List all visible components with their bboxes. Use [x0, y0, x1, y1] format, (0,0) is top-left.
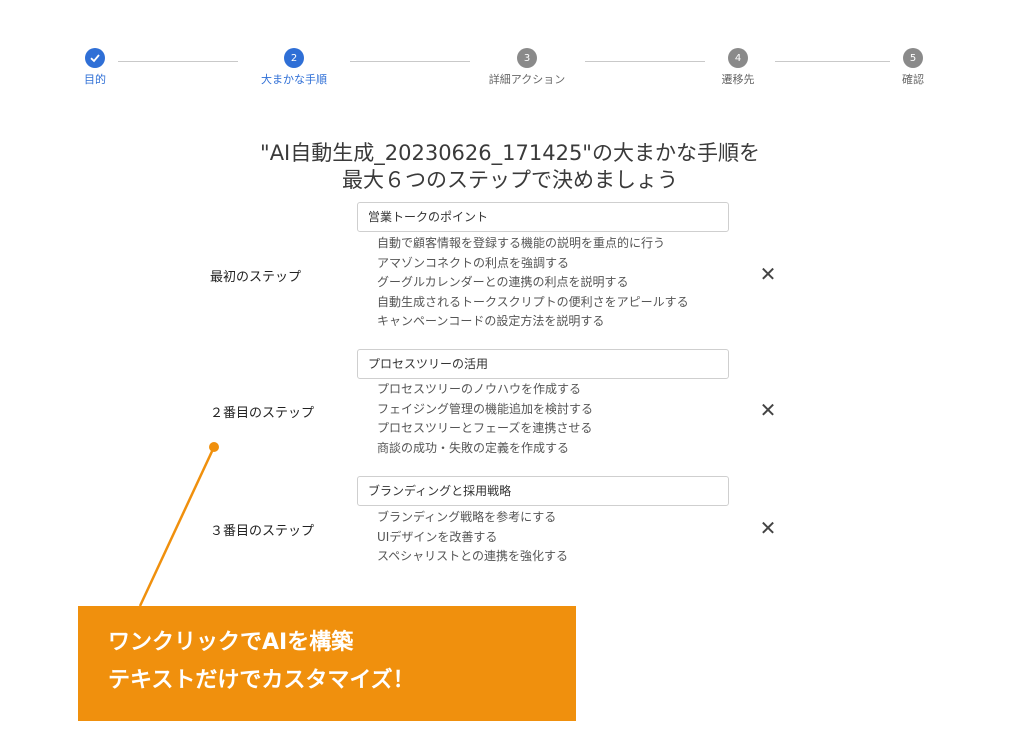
callout-line: テキストだけでカスタマイズ！ [108, 668, 415, 693]
promo-callout: ワンクリックでAIを構築 テキストだけでカスタマイズ！ [78, 606, 576, 721]
callout-line: ワンクリックでAIを構築 [108, 630, 354, 655]
